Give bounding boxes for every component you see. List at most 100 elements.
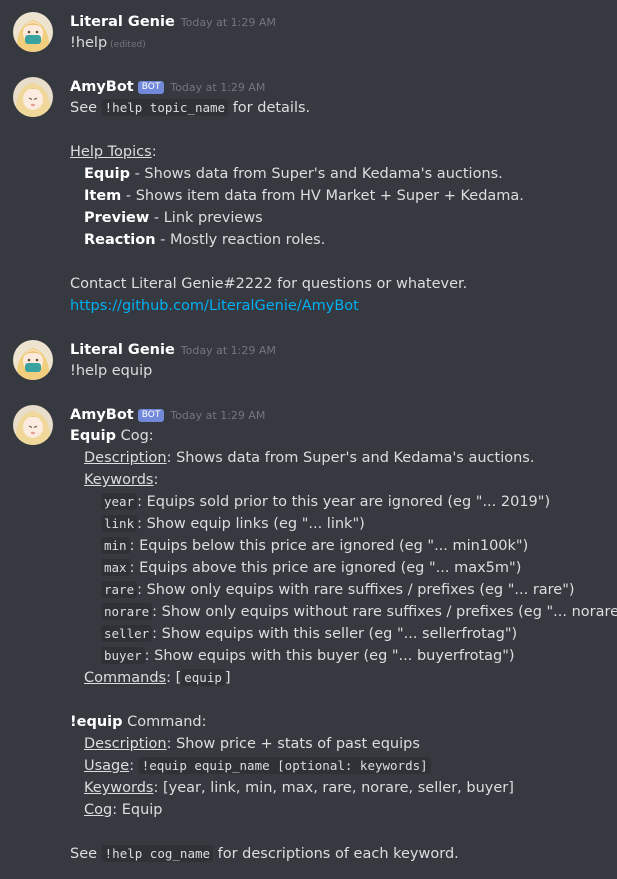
commands-label: Commands	[84, 670, 167, 686]
command-usage: Usage: !equip equip_name [optional: keyw…	[70, 755, 609, 777]
message-body: !help	[70, 35, 108, 51]
keywords-heading: Keywords:	[70, 469, 609, 491]
keyword-desc: : Equips sold prior to this year are ign…	[137, 494, 551, 510]
github-link-line: https://github.com/LiteralGenie/AmyBot	[70, 295, 609, 317]
topic-item: Equip - Shows data from Super's and Keda…	[70, 163, 609, 185]
cog-title: Equip Cog:	[70, 425, 609, 447]
text: for details.	[232, 100, 311, 116]
keyword-code: year	[101, 493, 138, 510]
cog-text: : Equip	[112, 802, 163, 818]
help-topics-heading: Help Topics:	[70, 141, 609, 163]
message-text: !help (edited)	[70, 32, 609, 54]
keyword-item: norare: Show only equips without rare su…	[70, 601, 617, 623]
description-text: : Shows data from Super's and Kedama's a…	[166, 450, 535, 466]
topic-item: Preview - Link previews	[70, 207, 609, 229]
footer-line: See !help cog_name for descriptions of e…	[70, 843, 609, 865]
topic-desc: - Shows data from Super's and Kedama's a…	[129, 166, 503, 182]
command-code: equip	[181, 669, 225, 686]
cog-name: Equip	[70, 428, 116, 444]
cog-title-rest: Cog:	[115, 428, 154, 444]
bot-badge: BOT	[137, 409, 165, 422]
keywords-label: Keywords	[84, 472, 154, 488]
avatar[interactable]	[13, 405, 53, 445]
command-name: !equip	[70, 714, 123, 730]
keyword-desc: : Show equips with this seller (eg "... …	[152, 626, 518, 642]
text: ]	[224, 670, 231, 686]
username[interactable]: Literal Genie	[70, 342, 175, 358]
github-link[interactable]: https://github.com/LiteralGenie/AmyBot	[70, 298, 359, 314]
description-label: Description	[84, 450, 167, 466]
topic-name: Item	[84, 188, 122, 204]
help-topics-label: Help Topics	[70, 144, 152, 160]
username[interactable]: AmyBot	[70, 407, 134, 423]
keyword-item: seller: Show equips with this seller (eg…	[70, 623, 609, 645]
chat-log: Literal Genie Today at 1:29 AM !help (edit…	[0, 0, 617, 879]
avatar[interactable]	[13, 340, 53, 380]
topic-name: Equip	[84, 166, 130, 182]
usage-code: !equip equip_name [optional: keywords]	[138, 757, 431, 774]
contact-line: Contact Literal Genie#2222 for questions…	[70, 276, 468, 292]
colon: :	[129, 758, 135, 774]
keyword-code: buyer	[101, 647, 145, 664]
timestamp[interactable]: Today at 1:29 AM	[170, 81, 265, 94]
keyword-item: min: Equips below this price are ignored…	[70, 535, 609, 557]
topic-name: Reaction	[84, 232, 156, 248]
command-description: Description: Show price + stats of past …	[70, 733, 609, 755]
commands-line: Commands: [equip]	[70, 667, 609, 689]
keyword-item: max: Equips above this price are ignored…	[70, 557, 609, 579]
keyword-item: link: Show equip links (eg "... link")	[70, 513, 609, 535]
description-text: : Show price + stats of past equips	[166, 736, 420, 752]
inline-code: !help topic_name	[101, 99, 229, 116]
command-title-rest: Command:	[122, 714, 207, 730]
cog-label: Cog	[84, 802, 113, 818]
command-keywords: Keywords: [year, link, min, max, rare, n…	[70, 777, 609, 799]
edited-marker: (edited)	[110, 40, 146, 50]
keyword-desc: : Show only equips without rare suffixes…	[152, 604, 617, 620]
text: See	[70, 100, 98, 116]
text: : [	[166, 670, 182, 686]
inline-code: !help cog_name	[101, 845, 214, 862]
topic-desc: - Link previews	[149, 210, 263, 226]
command-title: !equip Command:	[70, 711, 609, 733]
colon: :	[153, 472, 159, 488]
usage-label: Usage	[84, 758, 130, 774]
topic-desc: - Shows item data from HV Market + Super…	[121, 188, 524, 204]
help-usage-line: See !help topic_name for details.	[70, 97, 609, 119]
keyword-code: rare	[101, 581, 138, 598]
keyword-item: rare: Show only equips with rare suffixe…	[70, 579, 609, 601]
message-body: !help equip	[70, 363, 153, 379]
keyword-code: seller	[101, 625, 153, 642]
topic-name: Preview	[84, 210, 150, 226]
keyword-code: norare	[101, 603, 153, 620]
topic-desc: - Mostly reaction roles.	[155, 232, 326, 248]
colon: :	[151, 144, 157, 160]
cog-description: Description: Shows data from Super's and…	[70, 447, 609, 469]
timestamp[interactable]: Today at 1:29 AM	[170, 409, 265, 422]
topic-item: Item - Shows item data from HV Market + …	[70, 185, 609, 207]
username[interactable]: AmyBot	[70, 79, 134, 95]
topic-item: Reaction - Mostly reaction roles.	[70, 229, 609, 251]
avatar[interactable]	[13, 77, 53, 117]
keyword-desc: : Show only equips with rare suffixes / …	[137, 582, 575, 598]
keyword-desc: : Show equip links (eg "... link")	[137, 516, 365, 532]
command-cog: Cog: Equip	[70, 799, 609, 821]
keyword-code: min	[101, 537, 130, 554]
text: for descriptions of each keyword.	[217, 846, 459, 862]
keyword-desc: : Equips below this price are ignored (e…	[129, 538, 529, 554]
text: See	[70, 846, 98, 862]
keywords-label: Keywords	[84, 780, 154, 796]
keyword-code: max	[101, 559, 130, 576]
keyword-item: buyer: Show equips with this buyer (eg "…	[70, 645, 609, 667]
timestamp[interactable]: Today at 1:29 AM	[181, 344, 276, 357]
keyword-code: link	[101, 515, 138, 532]
avatar[interactable]	[13, 12, 53, 52]
keyword-desc: : Equips above this price are ignored (e…	[129, 560, 522, 576]
keyword-item: year: Equips sold prior to this year are…	[70, 491, 609, 513]
keywords-text: : [year, link, min, max, rare, norare, s…	[153, 780, 514, 796]
username[interactable]: Literal Genie	[70, 14, 175, 30]
timestamp[interactable]: Today at 1:29 AM	[181, 16, 276, 29]
